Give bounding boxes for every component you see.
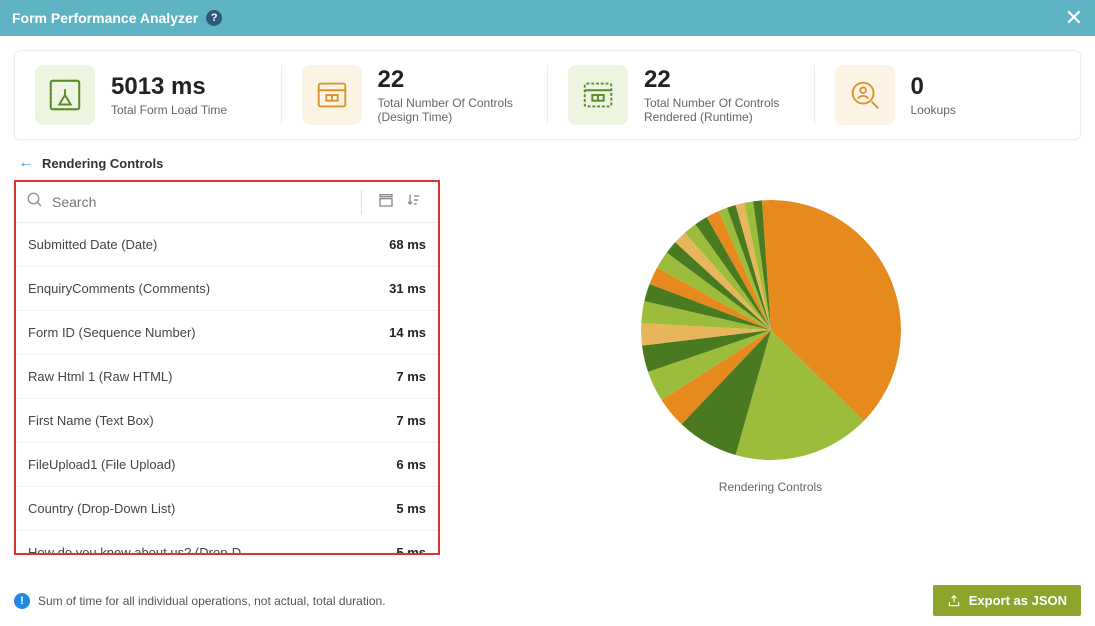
item-value: 6 ms [396,457,426,472]
card-label: Total Form Load Time [111,103,227,117]
divider [361,190,362,214]
summary-cards: 5013 ms Total Form Load Time 22 Total Nu… [14,50,1081,140]
list-item[interactable]: EnquiryComments (Comments) 31 ms [16,267,438,311]
controls-list[interactable]: Submitted Date (Date) 68 ms EnquiryComment… [16,223,438,553]
summary-card: 22 Total Number Of Controls Rendered (Ru… [547,65,814,125]
card-icon [302,65,362,125]
export-icon [947,594,961,608]
list-item[interactable]: First Name (Text Box) 7 ms [16,399,438,443]
card-label: Total Number Of Controls Rendered (Runti… [644,96,794,124]
item-name: Raw Html 1 (Raw HTML) [28,369,172,384]
item-name: Form ID (Sequence Number) [28,325,196,340]
item-value: 14 ms [389,325,426,340]
pie-chart [641,200,901,460]
item-name: EnquiryComments (Comments) [28,281,210,296]
export-label: Export as JSON [969,593,1067,608]
list-item[interactable]: Raw Html 1 (Raw HTML) 7 ms [16,355,438,399]
item-value: 68 ms [389,237,426,252]
sort-icon[interactable] [406,192,422,213]
titlebar: Form Performance Analyzer ? ✕ [0,0,1095,36]
list-item[interactable]: How do you know about us? (Drop-D… 5 ms [16,531,438,553]
help-icon[interactable]: ? [206,10,222,26]
chart-label: Rendering Controls [719,480,822,494]
item-value: 31 ms [389,281,426,296]
item-name: First Name (Text Box) [28,413,154,428]
info-icon: ! [14,593,30,609]
card-label: Lookups [911,103,956,117]
card-icon [568,65,628,125]
controls-panel: Submitted Date (Date) 68 ms EnquiryComment… [14,180,440,555]
layout-icon[interactable] [378,192,394,213]
chart-panel: Rendering Controls [460,180,1081,555]
section-title: Rendering Controls [42,156,163,171]
item-name: FileUpload1 (File Upload) [28,457,175,472]
card-value: 22 [378,66,528,94]
back-arrow-icon[interactable]: ← [18,154,34,172]
card-label: Total Number Of Controls (Design Time) [378,96,528,124]
list-item[interactable]: Submitted Date (Date) 68 ms [16,223,438,267]
item-name: Submitted Date (Date) [28,237,157,252]
item-value: 5 ms [396,545,426,553]
footer: ! Sum of time for all individual operati… [14,585,1081,616]
card-icon [835,65,895,125]
app-title: Form Performance Analyzer [12,10,198,26]
card-value: 5013 ms [111,73,227,101]
search-icon [26,191,44,214]
summary-card: 0 Lookups [814,65,1081,125]
footer-note: Sum of time for all individual operation… [38,594,386,608]
summary-card: 5013 ms Total Form Load Time [15,65,281,125]
search-input[interactable] [52,194,351,210]
section-header: ← Rendering Controls [0,154,1095,172]
list-item[interactable]: Country (Drop-Down List) 5 ms [16,487,438,531]
close-icon[interactable]: ✕ [1065,5,1083,31]
search-row [16,182,438,223]
item-name: Country (Drop-Down List) [28,501,175,516]
card-value: 0 [911,73,956,101]
item-value: 7 ms [396,413,426,428]
list-item[interactable]: Form ID (Sequence Number) 14 ms [16,311,438,355]
export-json-button[interactable]: Export as JSON [933,585,1081,616]
card-icon [35,65,95,125]
item-value: 5 ms [396,501,426,516]
summary-card: 22 Total Number Of Controls (Design Time… [281,65,548,125]
item-value: 7 ms [396,369,426,384]
item-name: How do you know about us? (Drop-D… [28,545,254,553]
list-item[interactable]: FileUpload1 (File Upload) 6 ms [16,443,438,487]
card-value: 22 [644,66,794,94]
